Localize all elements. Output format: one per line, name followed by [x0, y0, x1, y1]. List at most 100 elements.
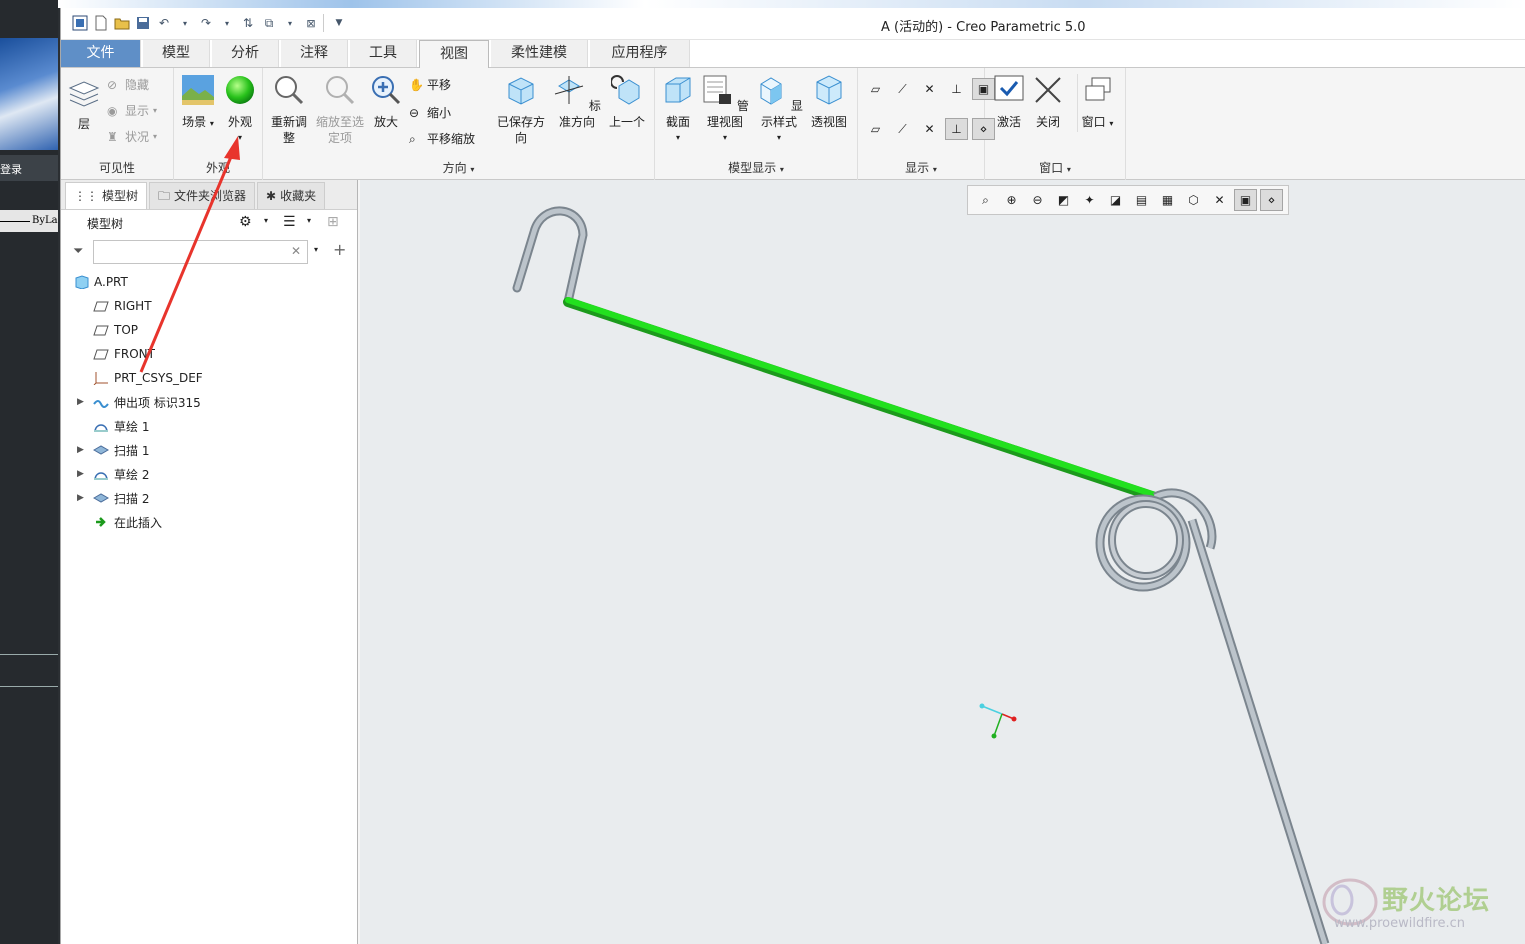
display-style-button[interactable]: 显示样式 ▾ [753, 74, 805, 146]
point-tag-icon[interactable]: ✕ [918, 118, 941, 140]
tree-search-input[interactable]: ✕ [93, 240, 308, 264]
clear-search-icon[interactable]: ✕ [291, 244, 301, 258]
axis-display-icon[interactable]: ⟋ [891, 78, 914, 100]
activate-button[interactable]: 激活 [991, 74, 1027, 130]
save-icon[interactable] [134, 14, 152, 32]
perspective-button[interactable]: 透视图 [807, 74, 851, 130]
tree-item-part[interactable]: A.PRT [61, 270, 357, 294]
close-window-icon[interactable]: ⊠ [302, 14, 320, 32]
expand-arrow-icon[interactable]: ▶ [77, 397, 84, 407]
group-orientation: 重新调整 缩放至选定项 放大 ✋ 平移 ⊖ 缩小 ⌕ 平移缩放 已保存方向 标准方向 [263, 68, 655, 180]
tree-item-protrusion[interactable]: ▶ 伸出项 标识315 [61, 390, 357, 414]
expand-arrow-icon[interactable]: ▶ [77, 445, 84, 455]
section-button[interactable]: 截面 ▾ [659, 74, 697, 146]
show-columns-icon[interactable]: ☰ [283, 214, 296, 230]
tree-item-sketch-2[interactable]: ▶ 草绘 2 [61, 462, 357, 486]
new-file-icon[interactable] [92, 14, 110, 32]
undo-icon[interactable]: ↶ [155, 14, 173, 32]
customize-qat-icon[interactable]: ▼ [330, 14, 348, 32]
csys-tag-icon[interactable]: ⊥ [945, 118, 968, 140]
tab-folder-browser[interactable]: 🗀 文件夹浏览器 [149, 182, 256, 209]
previous-orientation-button[interactable]: 上一个 [607, 74, 647, 130]
hide-label: 隐藏 [125, 78, 150, 92]
refit-button[interactable]: 重新调整 [267, 74, 311, 146]
open-folder-icon[interactable] [113, 14, 131, 32]
group-appearance: 场景 ▾ 外观 ▾ 外观 [174, 68, 263, 180]
appearance-button[interactable]: 外观 ▾ [222, 74, 258, 146]
standard-orientation-button[interactable]: 标准方向 [551, 74, 603, 130]
tree-settings-icon[interactable]: ⚙ [239, 214, 252, 230]
pan-button[interactable]: ✋ 平移 [409, 76, 451, 93]
show-group-label[interactable]: 显示 ▾ [858, 159, 984, 176]
status-button[interactable]: ♜ 状况 ▾ [107, 128, 157, 145]
tree-item-label: FRONT [114, 347, 155, 361]
csys-display-icon[interactable]: ⊥ [945, 78, 968, 100]
desktop-background: 登录 ByLa [0, 0, 58, 944]
pan-zoom-button[interactable]: ⌕ 平移缩放 [409, 130, 475, 147]
dropdown-icon[interactable]: ▾ [314, 245, 318, 254]
tree-item-front[interactable]: FRONT [61, 342, 357, 366]
tree-item-sweep-2[interactable]: ▶ 扫描 2 [61, 486, 357, 510]
scene-button[interactable]: 场景 ▾ [178, 74, 218, 132]
tree-filter-settings-icon[interactable]: ⊞ [327, 214, 339, 230]
tree-item-insert-here[interactable]: 在此插入 [61, 510, 357, 534]
tab-flexible-modeling[interactable]: 柔性建模 [491, 40, 588, 67]
close-button[interactable]: 关闭 [1031, 74, 1065, 130]
manage-views-button[interactable]: 管理视图 ▾ [699, 74, 751, 146]
window-group-label[interactable]: 窗口 ▾ [985, 159, 1125, 176]
redo-icon[interactable]: ↷ [197, 14, 215, 32]
show-button[interactable]: ◉ 显示 ▾ [107, 102, 157, 119]
tree-item-top[interactable]: TOP [61, 318, 357, 342]
saved-orientations-button[interactable]: 已保存方向 [495, 74, 547, 146]
windows-icon [1085, 77, 1110, 101]
dropdown-icon[interactable]: ▾ [281, 14, 299, 32]
zoom-selected-button[interactable]: 缩放至选定项 [315, 74, 365, 146]
windows-button[interactable]: 窗口 ▾ [1077, 74, 1117, 132]
zoom-in-button[interactable]: 放大 [369, 74, 403, 130]
orientation-label: 方向 [442, 161, 467, 175]
point-display-icon[interactable]: ✕ [918, 78, 941, 100]
tab-applications[interactable]: 应用程序 [590, 40, 690, 67]
dropdown-icon[interactable]: ▾ [218, 14, 236, 32]
hide-button[interactable]: ⊘ 隐藏 [107, 76, 149, 93]
desktop-top-strip [58, 0, 1525, 8]
add-filter-icon[interactable]: + [333, 240, 346, 259]
watermark-title: 野火论坛 [1382, 886, 1491, 916]
tab-file[interactable]: 文件 [61, 40, 141, 67]
tab-annotate[interactable]: 注释 [281, 40, 348, 67]
axis-tag-icon[interactable]: ⟋ [891, 118, 914, 140]
dropdown-icon[interactable]: ▾ [176, 14, 194, 32]
plane-display-icon[interactable]: ⏥ [864, 78, 887, 100]
model-display-group-label[interactable]: 模型显示 ▾ [655, 159, 857, 176]
tree-item-sweep-1[interactable]: ▶ 扫描 1 [61, 438, 357, 462]
tree-item-label: 在此插入 [114, 515, 163, 530]
dropdown-icon[interactable]: ▾ [264, 216, 268, 225]
standard-orientation-icon [554, 76, 584, 104]
tab-model[interactable]: 模型 [143, 40, 210, 67]
expand-arrow-icon[interactable]: ▶ [77, 493, 84, 503]
tab-analysis[interactable]: 分析 [212, 40, 279, 67]
tab-model-tree[interactable]: ⋮⋮ 模型树 [65, 182, 148, 209]
tab-view[interactable]: 视图 [419, 40, 489, 68]
app-menu-icon[interactable] [71, 14, 89, 32]
group-visibility: 层 ⊘ 隐藏 ◉ 显示 ▾ ♜ 状况 ▾ 可见性 [61, 68, 174, 180]
tab-tools[interactable]: 工具 [350, 40, 417, 67]
datum-plane-icon [93, 301, 109, 312]
zoom-selected-label: 缩放至选定项 [316, 115, 365, 145]
tree-item-csys[interactable]: PRT_CSYS_DEF [61, 366, 357, 390]
tree-item-right[interactable]: RIGHT [61, 294, 357, 318]
graphics-window[interactable]: ⌕ ⊕ ⊖ ◩ ✦ ◪ ▤ ▦ ⬡ ✕ ▣ ⋄ 野火论坛 www.proewil… [360, 180, 1525, 944]
zoom-out-button[interactable]: ⊖ 缩小 [409, 104, 451, 121]
orientation-group-label[interactable]: 方向 ▾ [263, 159, 654, 176]
sketch-icon [94, 472, 108, 480]
show-label: 显示 [125, 104, 150, 118]
windows-icon[interactable]: ⧉ [260, 14, 278, 32]
dropdown-icon[interactable]: ▾ [307, 216, 311, 225]
filter-icon[interactable]: ⏷ [73, 244, 83, 259]
plane-tag-icon[interactable]: ⏥ [864, 118, 887, 140]
regenerate-icon[interactable]: ⇅ [239, 14, 257, 32]
tree-item-sketch-1[interactable]: 草绘 1 [61, 414, 357, 438]
layer-button[interactable]: 层 [67, 76, 101, 132]
tab-favorites[interactable]: ✱ 收藏夹 [257, 182, 326, 209]
expand-arrow-icon[interactable]: ▶ [77, 469, 84, 479]
